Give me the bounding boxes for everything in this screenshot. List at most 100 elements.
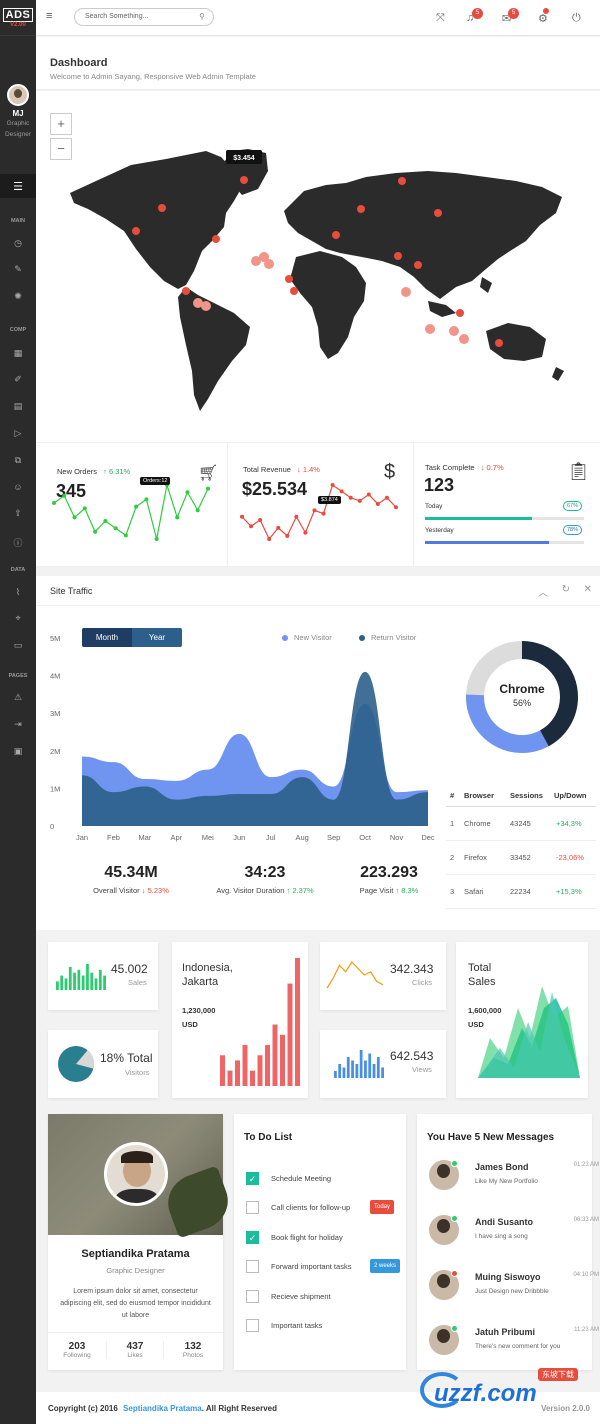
jakarta-amount: 1,230,000	[182, 1006, 216, 1015]
stat-photos[interactable]: 132 Photos	[164, 1341, 222, 1359]
power-icon[interactable]: ⏻	[572, 12, 581, 25]
upload-icon[interactable]: ⇪	[0, 508, 36, 519]
map-marker[interactable]	[132, 227, 140, 235]
checkbox[interactable]	[246, 1260, 259, 1273]
checkbox-checked[interactable]: ✓	[246, 1172, 259, 1185]
map-marker[interactable]	[425, 324, 435, 334]
user-role-line2: Designer	[4, 131, 31, 138]
map-marker[interactable]	[394, 252, 402, 260]
cell-n: 1	[450, 819, 455, 828]
status-dot	[451, 1215, 458, 1222]
message-item[interactable]: Andi Susanto I have sing a song 06:33 AM	[429, 1215, 599, 1263]
close-icon[interactable]: ✕	[584, 584, 592, 595]
orders-label-row: New Orders ↑ 6.31%	[57, 467, 130, 476]
fullscreen-icon[interactable]: ⤧	[436, 12, 445, 25]
stat-value: 437	[126, 1341, 144, 1352]
todo-item[interactable]: Recieve shipment	[246, 1290, 331, 1303]
map-marker[interactable]	[456, 309, 464, 317]
edit-icon[interactable]: ✐	[0, 374, 36, 385]
todo-item[interactable]: Forward important tasks	[246, 1260, 351, 1273]
stat-following[interactable]: 203 Following	[48, 1341, 106, 1359]
map-marker[interactable]	[285, 275, 293, 283]
palette-icon[interactable]: ✺	[0, 291, 36, 302]
sales-value: 45.002	[111, 962, 148, 976]
sparkline-point	[312, 508, 317, 513]
bar	[103, 975, 106, 990]
info-icon[interactable]: ⓘ	[0, 536, 36, 549]
map-marker[interactable]	[332, 231, 340, 239]
messages-title: You Have 5 New Messages	[427, 1132, 555, 1143]
checkbox[interactable]	[246, 1201, 259, 1214]
map-pin-icon[interactable]: ⌖	[0, 613, 36, 624]
y-tick-label: 3M	[50, 709, 60, 718]
profile-avatar[interactable]	[104, 1142, 168, 1206]
message-item[interactable]: James Bond Like My New Portfolio 01:23 A…	[429, 1160, 599, 1208]
desktop-icon[interactable]: ▣	[0, 746, 36, 757]
search-input[interactable]: Search Something... ⚲	[74, 8, 214, 26]
brand-name: ADS	[2, 7, 34, 22]
sidebar-section-pages: PAGES	[8, 673, 28, 679]
dashboard-icon[interactable]: ◷	[0, 238, 36, 249]
monitor-icon[interactable]: ▭	[0, 640, 36, 651]
map-marker[interactable]	[158, 204, 166, 212]
map-marker[interactable]	[357, 205, 365, 213]
clicks-sparkline	[326, 961, 384, 989]
sidebar-profile[interactable]: MJ Graphic Designer	[0, 36, 36, 140]
revenue-sparkline	[240, 483, 398, 541]
sparkline-point	[321, 511, 326, 516]
todo-item[interactable]: ✓ Schedule Meeting	[246, 1172, 331, 1185]
bar	[372, 1064, 376, 1078]
copyright-author-link[interactable]: Septiandika Pratama	[123, 1404, 202, 1413]
bar	[368, 1053, 372, 1078]
world-map[interactable]: + − $3.454	[36, 91, 600, 442]
map-marker[interactable]	[212, 235, 220, 243]
message-item[interactable]: Jatuh Pribumi There's new comment for yo…	[429, 1325, 599, 1373]
y-tick-label: 2M	[50, 747, 60, 756]
profile-stats: 203 Following 437 Likes 132 Photos	[48, 1332, 223, 1370]
hamburger-icon[interactable]: ≡	[46, 10, 52, 22]
play-icon[interactable]: ▷	[0, 428, 36, 439]
menu-toggle-button[interactable]: ☰	[0, 174, 36, 198]
smile-icon[interactable]: ☺	[0, 482, 36, 492]
map-marker[interactable]	[264, 259, 274, 269]
message-item[interactable]: Muing Siswoyo Just Design new Dribbble 0…	[429, 1270, 599, 1318]
sidebar-section-comp: COMP	[9, 327, 27, 333]
table-row[interactable]: 1 Chrome 43245 +34,3%	[446, 807, 596, 841]
map-marker[interactable]	[201, 301, 211, 311]
login-icon[interactable]: ⇥	[0, 719, 36, 730]
grid-icon[interactable]: ▦	[0, 348, 36, 359]
checkbox[interactable]	[246, 1290, 259, 1303]
avatar[interactable]	[7, 84, 29, 106]
collapse-icon[interactable]: ︿	[538, 584, 548, 599]
map-marker[interactable]	[240, 176, 248, 184]
map-marker[interactable]	[495, 339, 503, 347]
map-marker[interactable]	[182, 287, 190, 295]
sparkline-point	[195, 508, 200, 513]
table-row[interactable]: 2 Firefox 33452 -23,06%	[446, 841, 596, 875]
map-marker[interactable]	[414, 261, 422, 269]
map-marker[interactable]	[290, 287, 298, 295]
map-marker[interactable]	[449, 326, 459, 336]
map-marker[interactable]	[398, 177, 406, 185]
chart-line-icon[interactable]: ⌇	[0, 587, 36, 598]
search-icon[interactable]: ⚲	[199, 12, 205, 21]
map-marker[interactable]	[434, 209, 442, 217]
stat-likes[interactable]: 437 Likes	[106, 1341, 164, 1359]
todo-item[interactable]: Important tasks	[246, 1319, 322, 1332]
todo-item[interactable]: ✓ Book flight for holiday	[246, 1231, 343, 1244]
sparkline-point	[258, 517, 263, 522]
map-marker[interactable]	[401, 287, 411, 297]
brush-icon[interactable]: ✎	[0, 264, 36, 275]
warning-icon[interactable]: ⚠	[0, 692, 36, 703]
table-icon[interactable]: ▤	[0, 401, 36, 412]
brand-logo[interactable]: ADS V2.00	[0, 0, 36, 36]
copy-icon[interactable]: ⧉	[0, 455, 36, 466]
map-marker[interactable]	[459, 334, 469, 344]
table-row[interactable]: 3 Safari 22234 +15,3%	[446, 875, 596, 909]
todo-item[interactable]: Call clients for follow-up	[246, 1201, 350, 1214]
today-pct: 67%	[563, 501, 583, 511]
refresh-icon[interactable]: ↻	[562, 584, 570, 595]
checkbox[interactable]	[246, 1319, 259, 1332]
orders-label: New Orders	[57, 467, 98, 476]
checkbox-checked[interactable]: ✓	[246, 1231, 259, 1244]
